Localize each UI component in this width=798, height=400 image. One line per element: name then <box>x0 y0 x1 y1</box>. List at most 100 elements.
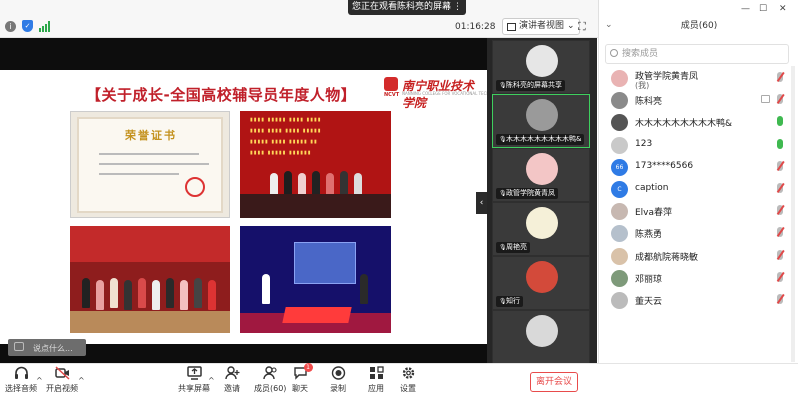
record-button[interactable]: 录制 <box>330 366 346 394</box>
video-tile[interactable] <box>492 310 590 364</box>
video-tile-caption: 🎙知行 <box>496 296 523 307</box>
video-tile-caption: 🎙政管学院黄青凤 <box>496 188 558 199</box>
record-label: 录制 <box>330 384 346 393</box>
person-figure <box>152 280 160 310</box>
minimize-icon[interactable]: — <box>741 4 750 14</box>
person-figure <box>138 278 146 308</box>
headphone-icon <box>14 366 29 380</box>
members-title: 成员(60) <box>680 21 718 31</box>
microphone-muted-icon <box>777 227 783 238</box>
signal-strength-icon[interactable] <box>39 20 50 32</box>
select-audio-button[interactable]: 选择音频 <box>5 366 37 394</box>
video-options-caret[interactable]: ^ <box>78 376 85 385</box>
participant-avatar <box>526 261 558 293</box>
member-list-scrollbar[interactable] <box>791 66 795 362</box>
meeting-window: i ✓ 01:16:28 演讲者视图 ⌄ ⛶ 您正在观看陈科亮的屏幕 ⋮⋮ 【关… <box>0 0 798 400</box>
member-avatar <box>611 114 628 132</box>
microphone-icon: 🎙 <box>499 244 507 251</box>
person-figure <box>180 280 188 310</box>
member-avatar <box>611 136 628 154</box>
chat-bubble-icon <box>14 342 24 351</box>
member-avatar <box>611 269 628 287</box>
status-icons: i ✓ <box>5 20 50 32</box>
chat-quick-input[interactable]: 说点什么... <box>8 339 86 356</box>
maximize-icon[interactable]: ☐ <box>759 4 767 14</box>
member-row[interactable]: Elva春萍 <box>599 201 789 223</box>
microphone-icon: 🎙 <box>499 190 507 197</box>
participant-avatar <box>526 153 558 185</box>
start-video-label: 开启视频 <box>46 384 78 393</box>
settings-button[interactable]: 设置 <box>400 366 416 394</box>
video-tile-caption: 🎙陈科亮的屏幕共享 <box>496 80 565 91</box>
member-row[interactable]: 123 <box>599 135 789 157</box>
college-logo: NCVT 南宁职业技术学院 NANNING COLLEGE FOR VOCATI… <box>384 77 506 110</box>
collapse-video-column-button[interactable]: ‹ <box>476 192 487 214</box>
member-name: 成都航院蒋晓敏 <box>635 252 699 263</box>
member-search-placeholder: 搜索成员 <box>622 49 659 59</box>
video-tile[interactable]: 🎙木木木木木木木木木鸭& <box>492 94 590 148</box>
members-icon <box>263 366 278 380</box>
close-icon[interactable]: ✕ <box>779 4 787 14</box>
certificate-photo: 荣誉证书 <box>70 111 230 218</box>
honor-certificate: 荣誉证书 <box>77 117 223 213</box>
screen-share-banner: 您正在观看陈科亮的屏幕 ⋮⋮ <box>348 0 466 15</box>
member-row[interactable]: 陈科亮 <box>599 90 789 112</box>
invite-label: 邀请 <box>224 384 240 393</box>
member-avatar <box>611 203 628 221</box>
security-shield-icon[interactable]: ✓ <box>22 20 33 32</box>
invite-button[interactable]: 邀请 <box>224 366 240 394</box>
grid-icon <box>507 22 516 31</box>
audio-options-caret[interactable]: ^ <box>36 376 43 385</box>
person-figure <box>124 280 132 310</box>
leave-meeting-button[interactable]: 离开会议 <box>530 372 578 392</box>
member-avatar <box>611 247 628 265</box>
microphone-muted-icon <box>777 72 783 82</box>
members-button[interactable]: 成员(60) <box>254 366 286 394</box>
award-ceremony-photo: ▮▮▮▮ ▮▮▮▮▮ ▮▮▮▮ ▮▮▮▮ ▮▮▮▮ ▮▮▮▮ ▮▮▮▮ ▮▮▮▮▮… <box>240 111 391 218</box>
fullscreen-icon[interactable]: ⛶ <box>578 20 586 34</box>
video-tile[interactable]: 🎙知行 <box>492 256 590 310</box>
member-row[interactable]: 邓丽琼 <box>599 268 789 290</box>
member-row[interactable]: 政管学院黄青凤 (我) <box>599 68 789 90</box>
member-row[interactable]: Ccaption <box>599 179 789 201</box>
apps-icon <box>369 366 384 380</box>
member-row[interactable]: 木木木木木木木木木鸭& <box>599 112 789 134</box>
video-tile[interactable]: 🎙政管学院黄青凤 <box>492 148 590 202</box>
member-name: Elva春萍 <box>635 208 673 219</box>
apps-label: 应用 <box>368 384 384 393</box>
person-figure <box>208 280 216 310</box>
info-icon[interactable]: i <box>5 20 16 32</box>
shared-screen-stage: 【关于成长-全国高校辅导员年度人物】 NCVT 南宁职业技术学院 NANNING… <box>0 38 506 363</box>
chat-button[interactable]: 1 聊天 <box>292 363 313 394</box>
microphone-muted-icon <box>777 205 783 216</box>
chat-unread-badge: 1 <box>303 363 313 372</box>
view-mode-button[interactable]: 演讲者视图 ⌄ <box>502 18 580 35</box>
microphone-muted-icon <box>777 249 783 260</box>
share-screen-button[interactable]: 共享屏幕 <box>178 366 210 394</box>
chat-label: 聊天 <box>292 384 308 393</box>
stage-backdrop: ▮▮▮▮ ▮▮▮▮▮ ▮▮▮▮ ▮▮▮▮ ▮▮▮▮ ▮▮▮▮ ▮▮▮▮ ▮▮▮▮▮… <box>250 117 322 156</box>
chat-icon: 1 <box>293 363 313 380</box>
group-photo <box>70 226 230 333</box>
select-audio-label: 选择音频 <box>5 384 37 393</box>
member-row[interactable]: 66 173****6566 <box>599 157 789 179</box>
stage-screen <box>294 242 356 284</box>
share-options-caret[interactable]: ^ <box>208 376 215 385</box>
person-figure <box>360 274 368 304</box>
slide-title: 【关于成长-全国高校辅导员年度人物】 <box>86 86 357 104</box>
meeting-timer: 01:16:28 <box>455 22 496 32</box>
member-search-input[interactable]: 搜索成员 <box>605 44 789 64</box>
stage-floor <box>70 311 230 333</box>
member-row[interactable]: 陈燕勇 <box>599 223 789 245</box>
video-tile-name: 知行 <box>506 297 520 305</box>
video-tile[interactable]: 🎙陈科亮的屏幕共享 <box>492 40 590 94</box>
video-tile[interactable]: 🎙周艳亮 <box>492 202 590 256</box>
participant-avatar <box>526 315 558 347</box>
member-row[interactable]: 董天云 <box>599 290 789 312</box>
apps-button[interactable]: 应用 <box>368 366 384 394</box>
banner-control-icon[interactable]: ⋮⋮ <box>444 0 462 15</box>
member-row[interactable]: 成都航院蒋晓敏 <box>599 246 789 268</box>
member-avatar <box>611 292 628 309</box>
stage-floor <box>240 194 391 218</box>
start-video-button[interactable]: 开启视频 <box>46 366 78 394</box>
